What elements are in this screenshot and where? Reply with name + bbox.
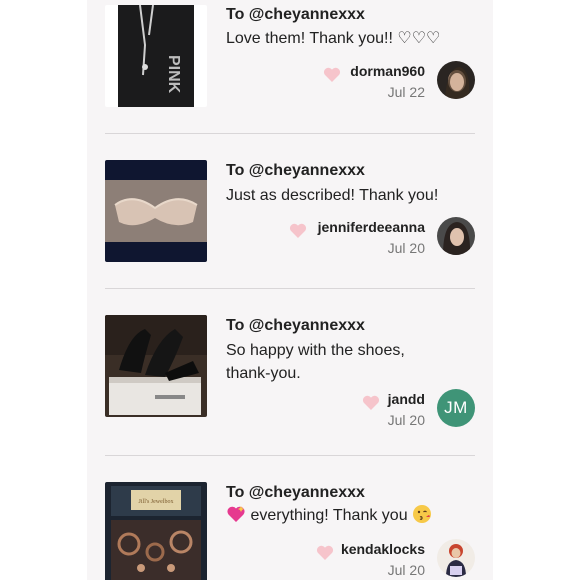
reviewer-row[interactable]: dorman960 Jul 22 <box>235 61 475 101</box>
review-item[interactable]: Jill's Jewelbox To @cheyannexxx everythi… <box>105 456 475 580</box>
reviewer-avatar-initials[interactable]: JM <box>437 389 475 427</box>
reviews-list: PINK To @cheyannexxx Love them! Thank yo… <box>87 0 493 580</box>
jewelry-thumbnail-icon: Jill's Jewelbox <box>105 482 207 580</box>
heart-icon[interactable] <box>323 67 341 83</box>
listing-thumbnail[interactable] <box>105 315 207 417</box>
review-item[interactable]: To @cheyannexxx So happy with the shoes,… <box>105 289 475 455</box>
review-date: Jul 20 <box>387 562 425 578</box>
review-date: Jul 22 <box>387 84 425 100</box>
review-message: Love them! Thank you!! ♡♡♡ <box>226 30 441 47</box>
heart-icon[interactable] <box>362 395 380 411</box>
review-item[interactable]: To @cheyannexxx Just as described! Thank… <box>105 134 475 289</box>
reviewer-row[interactable]: jenniferdeeanna Jul 20 <box>235 217 475 257</box>
reviewer-username[interactable]: jenniferdeeanna <box>318 219 425 235</box>
review-recipient: To @cheyannexxx <box>226 317 365 334</box>
reviewer-avatar[interactable] <box>437 61 475 99</box>
avatar-photo-icon <box>437 539 475 577</box>
review-message: Just as described! Thank you! <box>226 187 439 204</box>
reviewer-avatar[interactable] <box>437 539 475 577</box>
review-recipient: To @cheyannexxx <box>226 484 365 501</box>
shoes-thumbnail-icon <box>105 315 207 417</box>
listing-thumbnail[interactable] <box>105 160 207 262</box>
review-date: Jul 20 <box>387 412 425 428</box>
review-date: Jul 20 <box>387 240 425 256</box>
review-message: everything! Thank you <box>250 507 408 524</box>
avatar-photo-icon <box>437 217 475 255</box>
reviewer-row[interactable]: kendaklocks Jul 20 <box>235 539 475 579</box>
listing-thumbnail[interactable]: Jill's Jewelbox <box>105 482 207 580</box>
pants-thumbnail-icon: PINK <box>118 5 194 107</box>
listing-thumbnail[interactable]: PINK <box>105 5 207 107</box>
review-message-row: everything! Thank you <box>226 504 476 527</box>
sparkling-heart-icon <box>227 506 245 522</box>
review-message-line: thank-you. <box>226 365 301 382</box>
heart-icon[interactable] <box>289 223 307 239</box>
jewelry-box-label: Jill's Jewelbox <box>139 499 174 505</box>
reviewer-username[interactable]: jandd <box>388 391 425 407</box>
kiss-face-icon <box>413 505 432 523</box>
review-recipient: To @cheyannexxx <box>226 6 365 23</box>
review-item[interactable]: PINK To @cheyannexxx Love them! Thank yo… <box>105 0 475 130</box>
review-message-line: So happy with the shoes, <box>226 342 405 359</box>
review-message: So happy with the shoes, thank-you. <box>226 339 476 385</box>
review-recipient: To @cheyannexxx <box>226 162 365 179</box>
bra-thumbnail-icon <box>105 160 207 262</box>
heart-icon[interactable] <box>316 545 334 561</box>
pants-brand-text: PINK <box>165 55 182 94</box>
reviewer-avatar[interactable] <box>437 217 475 255</box>
avatar-photo-icon <box>437 61 475 99</box>
reviewer-username[interactable]: kendaklocks <box>341 541 425 557</box>
reviewer-row[interactable]: jandd Jul 20 JM <box>235 389 475 429</box>
reviewer-username[interactable]: dorman960 <box>350 63 425 79</box>
